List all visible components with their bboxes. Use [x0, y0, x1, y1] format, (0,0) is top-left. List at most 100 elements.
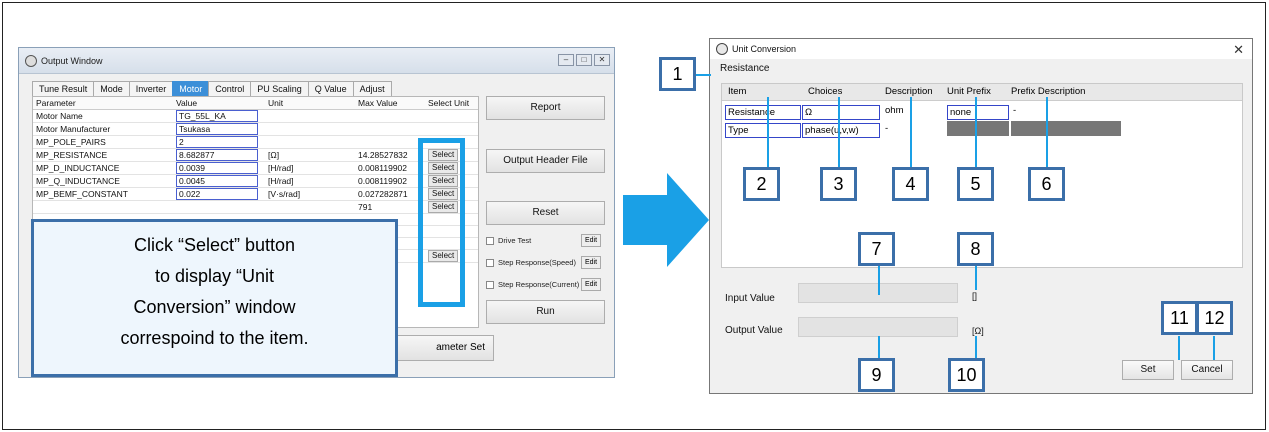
- app-logo-icon: [25, 55, 37, 67]
- output-tabs: Tune Result Mode Inverter Motor Control …: [32, 81, 392, 96]
- maximize-icon[interactable]: □: [576, 54, 592, 66]
- max-value-cell: 791: [355, 200, 425, 214]
- report-button[interactable]: Report: [486, 96, 605, 120]
- table-row[interactable]: Resistance Ω ohm none -: [722, 102, 1242, 120]
- run-button[interactable]: Run: [486, 300, 605, 324]
- unit-cell: [H/rad]: [265, 161, 355, 175]
- close-icon[interactable]: ✕: [1233, 40, 1244, 60]
- table-row[interactable]: Motor Name TG_55L_KA: [33, 109, 478, 123]
- choice-select[interactable]: Ω: [802, 105, 880, 120]
- reset-button[interactable]: Reset: [486, 201, 605, 225]
- col-unit-prefix: Unit Prefix: [947, 86, 991, 97]
- max-value-cell: [355, 109, 425, 123]
- table-row[interactable]: Type phase(u,v,w) -: [722, 120, 1242, 138]
- value-cell[interactable]: Tsukasa: [173, 122, 265, 136]
- value-field[interactable]: 2: [176, 135, 258, 148]
- value-cell[interactable]: 0.022: [173, 187, 265, 201]
- col-choices: Choices: [808, 86, 843, 97]
- description-cell: -: [885, 123, 889, 134]
- leader-line: [696, 74, 711, 76]
- right-arrow-icon: [623, 173, 709, 267]
- col-parameter: Parameter: [33, 97, 173, 110]
- value-cell[interactable]: 0.0039: [173, 161, 265, 175]
- item-cell: Type: [725, 123, 801, 138]
- leader-line: [975, 265, 977, 290]
- set-button[interactable]: Set: [1122, 360, 1174, 380]
- output-window-title: Output Window: [41, 56, 103, 66]
- col-item: Item: [728, 86, 747, 97]
- value-field[interactable]: Tsukasa: [176, 122, 258, 135]
- parameter-set-button[interactable]: ameter Set: [391, 335, 494, 361]
- cancel-button[interactable]: Cancel: [1181, 360, 1233, 380]
- unit-prefix-select[interactable]: none: [947, 105, 1009, 120]
- step-response-speed-edit-button[interactable]: Edit: [581, 256, 602, 269]
- unit-cell: [H/rad]: [265, 174, 355, 188]
- table-row[interactable]: Motor Manufacturer Tsukasa: [33, 122, 478, 136]
- table-row[interactable]: MP_D_INDUCTANCE 0.0039 [H/rad] 0.008119902 S…: [33, 161, 478, 175]
- drive-test-checkbox[interactable]: Drive Test: [486, 236, 531, 245]
- tab-motor[interactable]: Motor: [172, 81, 210, 96]
- value-cell[interactable]: 8.682877: [173, 148, 265, 162]
- value-cell[interactable]: 0.0045: [173, 174, 265, 188]
- tab-tune-result[interactable]: Tune Result: [32, 81, 95, 96]
- callout-number-2: 2: [743, 167, 780, 201]
- tab-adjust[interactable]: Adjust: [352, 81, 392, 96]
- unit-conversion-heading: Resistance: [720, 63, 770, 74]
- table-row[interactable]: MP_RESISTANCE 8.682877 [Ω] 14.28527832 Selec…: [33, 148, 478, 162]
- output-header-file-button[interactable]: Output Header File: [486, 149, 605, 173]
- unit-cell: [265, 122, 355, 136]
- parameter-cell: MP_RESISTANCE: [33, 148, 173, 162]
- parameter-cell: MP_POLE_PAIRS: [33, 135, 173, 149]
- output-value-label: Output Value: [725, 325, 783, 336]
- callout-line-3: Conversion” window: [133, 297, 296, 317]
- value-field[interactable]: 8.682877: [176, 148, 258, 161]
- drive-test-edit-button[interactable]: Edit: [581, 234, 602, 247]
- leader-line: [1178, 336, 1180, 360]
- leader-line: [1046, 97, 1048, 169]
- leader-line: [878, 336, 880, 358]
- max-value-cell: 0.027282871: [355, 187, 425, 201]
- callout-number-5: 5: [957, 167, 994, 201]
- app-logo-icon: [716, 43, 728, 55]
- step-response-current-edit-button[interactable]: Edit: [581, 278, 602, 291]
- leader-line: [838, 97, 840, 169]
- close-icon[interactable]: ✕: [594, 54, 610, 66]
- value-field[interactable]: TG_55L_KA: [176, 109, 258, 122]
- callout-number-12: 12: [1196, 301, 1233, 335]
- leader-line: [910, 97, 912, 169]
- parameter-cell: Motor Manufacturer: [33, 122, 173, 136]
- tab-control[interactable]: Control: [208, 81, 252, 96]
- callout-line-1: Click “Select” button: [133, 235, 296, 255]
- step-response-speed-checkbox[interactable]: Step Response(Speed): [486, 258, 576, 267]
- minimize-icon[interactable]: –: [558, 54, 574, 66]
- callout-line-2: to display “Unit: [154, 266, 275, 286]
- tab-inverter[interactable]: Inverter: [128, 81, 174, 96]
- tab-q-value[interactable]: Q Value: [307, 81, 354, 96]
- value-cell[interactable]: 2: [173, 135, 265, 149]
- step-response-speed-label: Step Response(Speed): [498, 258, 576, 267]
- value-field[interactable]: 0.0039: [176, 161, 258, 174]
- table-row[interactable]: 791 Select: [33, 200, 478, 214]
- select-unit-cell: [425, 109, 478, 123]
- leader-line: [1213, 336, 1215, 360]
- unit-cell: [265, 135, 355, 149]
- table-row[interactable]: MP_POLE_PAIRS 2: [33, 135, 478, 149]
- disabled-cell: [1011, 121, 1121, 136]
- value-cell[interactable]: TG_55L_KA: [173, 109, 265, 123]
- leader-line: [767, 97, 769, 169]
- col-prefix-description: Prefix Description: [1011, 86, 1086, 97]
- col-select-unit: Select Unit: [425, 97, 478, 110]
- table-row[interactable]: MP_BEMF_CONSTANT 0.022 [V·s/rad] 0.02728287…: [33, 187, 478, 201]
- choice-select[interactable]: phase(u,v,w): [802, 123, 880, 138]
- value-field[interactable]: 0.0045: [176, 174, 258, 187]
- item-cell: Resistance: [725, 105, 801, 120]
- tab-mode[interactable]: Mode: [93, 81, 130, 96]
- max-value-cell: [355, 135, 425, 149]
- callout-number-10: 10: [948, 358, 985, 392]
- step-response-current-checkbox[interactable]: Step Response(Current): [486, 280, 579, 289]
- callout-number-6: 6: [1028, 167, 1065, 201]
- callout-number-3: 3: [820, 167, 857, 201]
- table-row[interactable]: MP_Q_INDUCTANCE 0.0045 [H/rad] 0.008119902 S…: [33, 174, 478, 188]
- tab-pu-scaling[interactable]: PU Scaling: [250, 81, 309, 96]
- value-field[interactable]: 0.022: [176, 187, 258, 200]
